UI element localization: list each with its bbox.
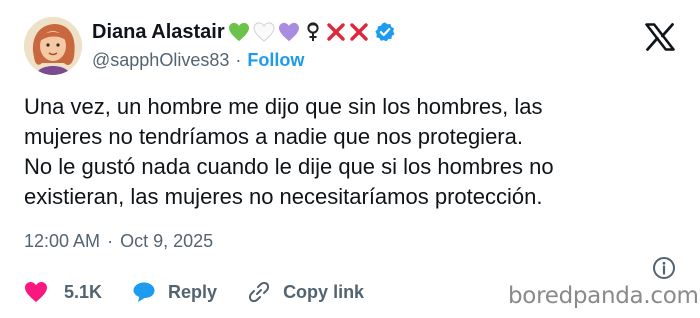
handle-row: @sapphOlives83 · Follow [92, 48, 304, 72]
tweet-line: mujeres no tendríamos a nadie que nos pr… [24, 124, 523, 149]
link-icon [249, 281, 270, 303]
watermark: boredpanda.com [508, 283, 699, 309]
name-emojis [228, 21, 372, 43]
tweet-timestamp[interactable]: 12:00 AM · Oct 9, 2025 [24, 229, 213, 253]
reply-bubble-icon [133, 282, 155, 302]
info-icon[interactable] [652, 256, 676, 280]
white-heart-icon [253, 22, 275, 42]
like-count: 5.1K [64, 281, 103, 302]
tweet-text: Una vez, un hombre me dijo que sin los h… [24, 92, 684, 212]
green-heart-icon [228, 22, 249, 42]
x-logo-icon[interactable] [645, 23, 675, 51]
action-bar: 5.1K Reply Copy link [24, 278, 394, 306]
tweet-line: existieran, las mujeres no necesitaríamo… [24, 184, 543, 209]
reply-label: Reply [168, 281, 218, 302]
author-handle[interactable]: @sapphOlives83 [92, 50, 229, 71]
cross-mark-icon [349, 23, 368, 41]
separator-dot: · [235, 49, 242, 70]
purple-heart-icon [278, 22, 299, 42]
tweet-line: Una vez, un hombre me dijo que sin los h… [24, 94, 543, 119]
tweet-line: No le gustó nada cuando le dije que si l… [24, 154, 554, 179]
cross-mark-icon [326, 23, 345, 41]
reply-button[interactable]: Reply [132, 281, 217, 303]
display-name[interactable]: Diana Alastair [92, 21, 225, 44]
separator-dot: · [107, 230, 114, 251]
copy-link-label: Copy link [283, 281, 365, 302]
tweet-card: Diana Alastair @sapphOlives83 · Follow U… [0, 0, 700, 318]
female-sign-icon [307, 22, 319, 41]
author-name-row: Diana Alastair [92, 18, 396, 46]
verified-badge-icon [375, 22, 395, 42]
tweet-time: 12:00 AM [24, 230, 101, 251]
follow-button[interactable]: Follow [247, 50, 304, 71]
avatar[interactable] [24, 17, 82, 75]
like-button[interactable]: 5.1K [24, 281, 102, 303]
tweet-date: Oct 9, 2025 [120, 230, 214, 251]
heart-icon [25, 282, 47, 302]
copy-link-button[interactable]: Copy link [247, 280, 364, 304]
